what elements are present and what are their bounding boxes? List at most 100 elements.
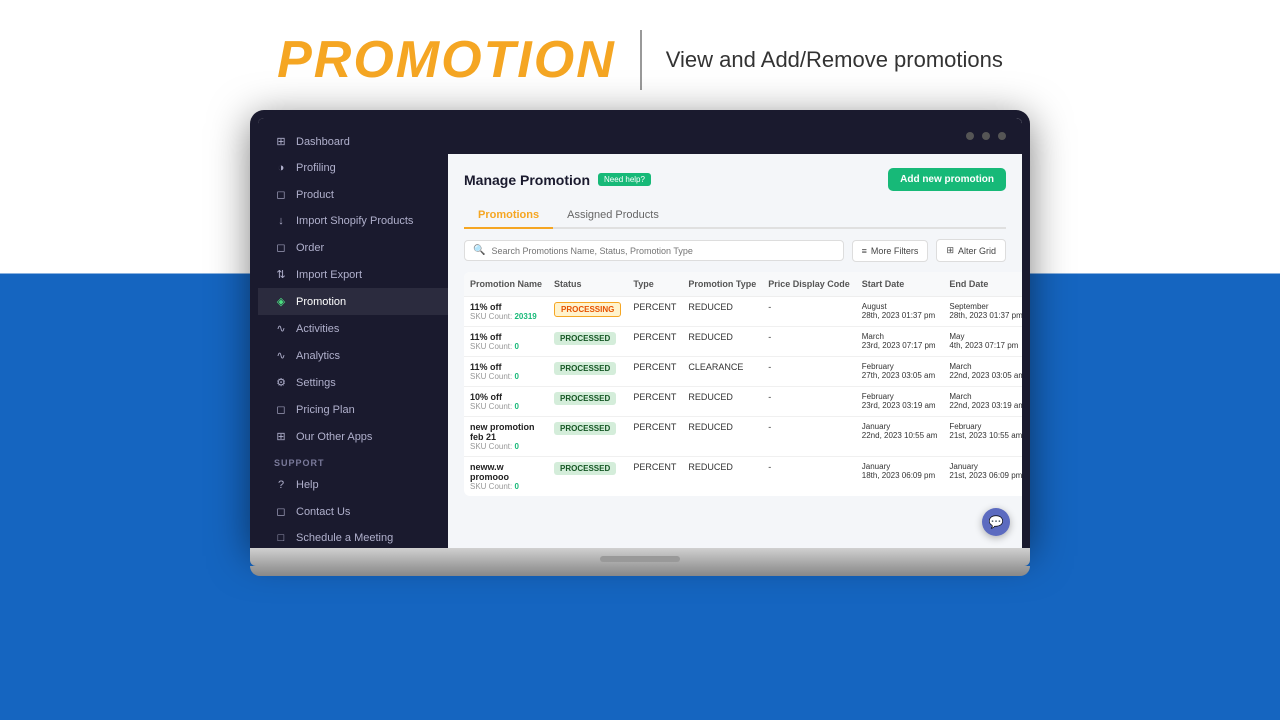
header-divider (640, 30, 642, 90)
contact-icon: ◻ (274, 505, 288, 518)
search-icon: 🔍 (473, 245, 485, 256)
table-row: 11% off SKU Count: 0 PROCESSED PERCENT R… (464, 327, 1022, 357)
sidebar-item-import-shopify[interactable]: ↓ Import Shopify Products (258, 208, 448, 234)
cell-type-3: PERCENT (627, 387, 682, 417)
cell-status-0: PROCESSING (548, 297, 627, 327)
table-row: 11% off SKU Count: 20319 PROCESSING PERC… (464, 297, 1022, 327)
cell-price-code-3: - (762, 387, 856, 417)
cell-name-4: new promotion feb 21 SKU Count: 0 (464, 417, 548, 457)
settings-icon: ⚙ (274, 376, 288, 389)
search-input[interactable] (491, 246, 834, 256)
manage-header: Manage Promotion Need help? Add new prom… (464, 168, 1006, 191)
cell-name-3: 10% off SKU Count: 0 (464, 387, 548, 417)
order-icon: ◻ (274, 241, 288, 254)
help-icon: ? (274, 479, 288, 491)
sidebar-item-activities[interactable]: ∿ Activities (258, 315, 448, 342)
filter-icon: ≡ (862, 246, 867, 256)
col-end-date: End Date (943, 272, 1022, 297)
sidebar-item-help[interactable]: ? Help (258, 472, 448, 498)
cell-end-date-4: February21st, 2023 10:55 am (943, 417, 1022, 457)
cell-type-1: PERCENT (627, 327, 682, 357)
sidebar-item-order[interactable]: ◻ Order (258, 234, 448, 261)
cell-price-code-4: - (762, 417, 856, 457)
content-area: Manage Promotion Need help? Add new prom… (448, 154, 1022, 548)
cell-price-code-5: - (762, 457, 856, 497)
cell-name-0: 11% off SKU Count: 20319 (464, 297, 548, 327)
sidebar-item-promotion[interactable]: ◈ Promotion (258, 288, 448, 315)
cell-promo-type-0: REDUCED (682, 297, 762, 327)
sidebar-item-import-export[interactable]: ⇅ Import Export (258, 261, 448, 288)
laptop-base (250, 548, 1030, 566)
page-title: PROMOTION (277, 30, 616, 90)
main-content: Manage Promotion Need help? Add new prom… (448, 118, 1022, 548)
promotion-icon: ◈ (274, 295, 288, 308)
table-row: new promotion feb 21 SKU Count: 0 PROCES… (464, 417, 1022, 457)
col-promotion-name: Promotion Name (464, 272, 548, 297)
more-filters-button[interactable]: ≡ More Filters (852, 240, 929, 262)
cell-end-date-2: March22nd, 2023 03:05 am (943, 357, 1022, 387)
cell-start-date-0: August28th, 2023 01:37 pm (856, 297, 944, 327)
sidebar-item-contact[interactable]: ◻ Contact Us (258, 498, 448, 525)
header-subtitle: View and Add/Remove promotions (666, 47, 1003, 73)
other-apps-icon: ⊞ (274, 430, 288, 443)
tab-assigned-products[interactable]: Assigned Products (553, 203, 673, 229)
table-row: 10% off SKU Count: 0 PROCESSED PERCENT R… (464, 387, 1022, 417)
col-start-date: Start Date (856, 272, 944, 297)
top-bar (448, 118, 1022, 154)
cell-end-date-5: January21st, 2023 06:09 pm (943, 457, 1022, 497)
cell-start-date-3: February23rd, 2023 03:19 am (856, 387, 944, 417)
sidebar-item-profiling[interactable]: ◑ Profiling (258, 155, 448, 181)
sidebar-item-pricing-plan[interactable]: ◻ Pricing Plan (258, 396, 448, 423)
import-shopify-icon: ↓ (274, 215, 288, 227)
top-bar-dot2 (982, 132, 990, 140)
pricing-icon: ◻ (274, 403, 288, 416)
cell-price-code-1: - (762, 327, 856, 357)
cell-promo-type-2: CLEARANCE (682, 357, 762, 387)
sidebar-item-dashboard[interactable]: ⊞ Dashboard (258, 128, 448, 155)
cell-type-5: PERCENT (627, 457, 682, 497)
add-promotion-button[interactable]: Add new promotion (888, 168, 1006, 191)
grid-icon: ⊞ (946, 245, 954, 256)
sidebar-item-schedule[interactable]: □ Schedule a Meeting (258, 525, 448, 548)
cell-status-1: PROCESSED (548, 327, 627, 357)
cell-price-code-2: - (762, 357, 856, 387)
cell-name-2: 11% off SKU Count: 0 (464, 357, 548, 387)
tab-promotions[interactable]: Promotions (464, 203, 553, 229)
activities-icon: ∿ (274, 322, 288, 335)
cell-promo-type-5: REDUCED (682, 457, 762, 497)
col-status: Status (548, 272, 627, 297)
top-bar-dot3 (998, 132, 1006, 140)
cell-start-date-4: January22nd, 2023 10:55 am (856, 417, 944, 457)
cell-status-5: PROCESSED (548, 457, 627, 497)
table-row: neww.w promooo SKU Count: 0 PROCESSED PE… (464, 457, 1022, 497)
alter-grid-button[interactable]: ⊞ Alter Grid (936, 239, 1006, 262)
sidebar-item-product[interactable]: ◻ Product (258, 181, 448, 208)
cell-start-date-1: March23rd, 2023 07:17 pm (856, 327, 944, 357)
promotions-table: Promotion Name Status Type Promotion Typ… (464, 272, 1022, 496)
support-label: SUPPORT (258, 450, 448, 472)
cell-start-date-5: January18th, 2023 06:09 pm (856, 457, 944, 497)
laptop-screen: ⊞ Dashboard ◑ Profiling ◻ Product ↓ (258, 118, 1022, 548)
chat-button[interactable]: 💬 (982, 508, 1010, 536)
cell-end-date-0: September28th, 2023 01:37 pm (943, 297, 1022, 327)
cell-name-1: 11% off SKU Count: 0 (464, 327, 548, 357)
sidebar-item-analytics[interactable]: ∿ Analytics (258, 342, 448, 369)
sidebar-item-settings[interactable]: ⚙ Settings (258, 369, 448, 396)
tabs-row: Promotions Assigned Products (464, 203, 1006, 229)
manage-title: Manage Promotion Need help? (464, 172, 651, 188)
product-icon: ◻ (274, 188, 288, 201)
search-box: 🔍 (464, 240, 844, 261)
page-header: PROMOTION View and Add/Remove promotions (0, 0, 1280, 110)
laptop-foot (250, 566, 1030, 576)
col-price-display-code: Price Display Code (762, 272, 856, 297)
dashboard-icon: ⊞ (274, 135, 288, 148)
cell-promo-type-1: REDUCED (682, 327, 762, 357)
profiling-icon: ◑ (274, 162, 288, 174)
sidebar-item-other-apps[interactable]: ⊞ Our Other Apps (258, 423, 448, 450)
cell-type-4: PERCENT (627, 417, 682, 457)
cell-end-date-1: May4th, 2023 07:17 pm (943, 327, 1022, 357)
cell-status-3: PROCESSED (548, 387, 627, 417)
cell-status-4: PROCESSED (548, 417, 627, 457)
need-help-badge[interactable]: Need help? (598, 173, 651, 186)
cell-type-2: PERCENT (627, 357, 682, 387)
